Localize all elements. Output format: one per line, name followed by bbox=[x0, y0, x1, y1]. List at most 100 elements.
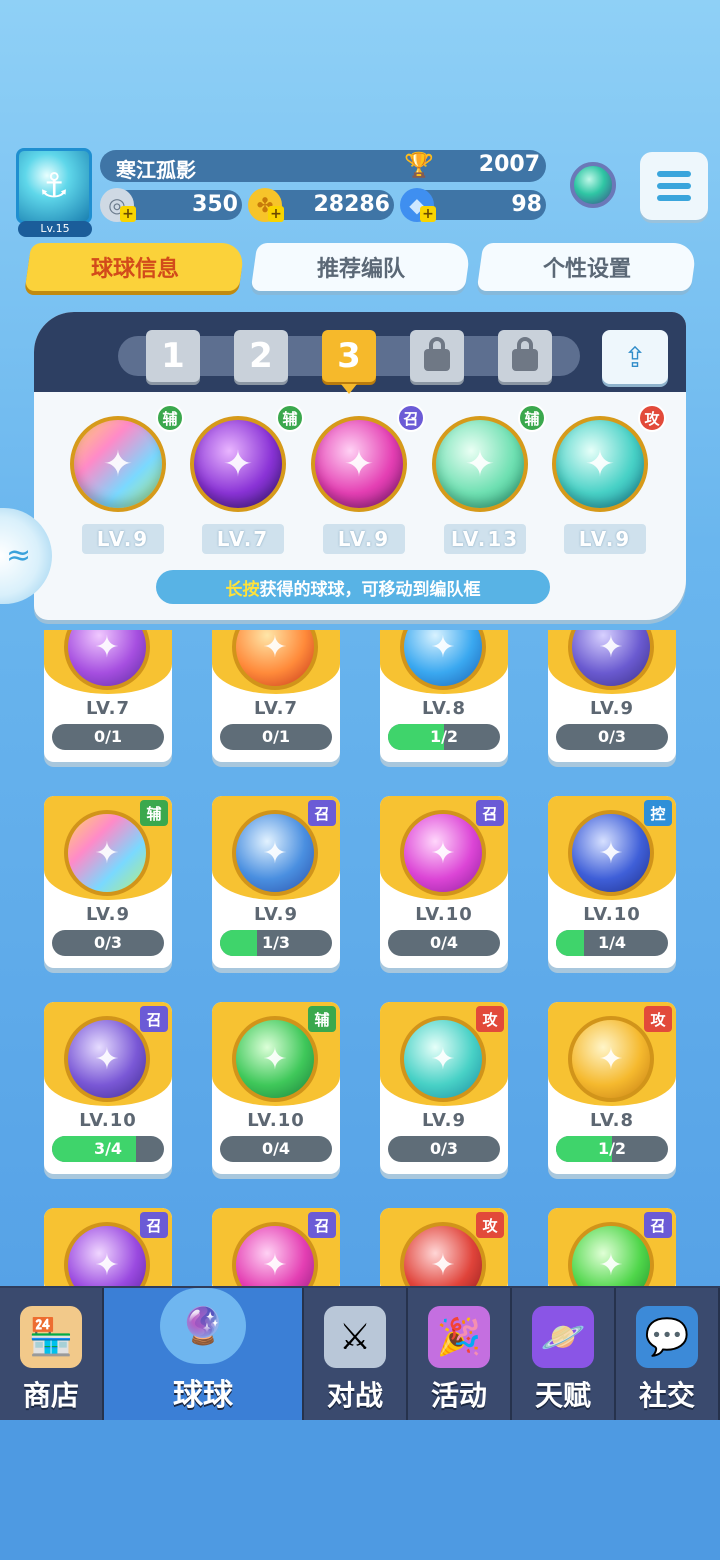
ball-card[interactable]: ✦ 召 LV.10 0/4 bbox=[380, 796, 508, 968]
nav-chat-heart[interactable]: 💬 社交 bbox=[616, 1288, 720, 1420]
ball-type-badge: 召 bbox=[397, 404, 425, 432]
nav-label: 社交 bbox=[638, 1379, 695, 1412]
tab-recommended-team[interactable]: 推荐编队 bbox=[250, 243, 472, 291]
ball-level: LV.10 bbox=[583, 904, 641, 925]
coin-value: 28286 bbox=[313, 192, 390, 217]
upgrade-progress-bar: 1/2 bbox=[556, 1136, 668, 1162]
ball-orb: ✦ bbox=[232, 1016, 318, 1102]
upgrade-progress-bar: 0/1 bbox=[52, 724, 164, 750]
progress-text: 1/3 bbox=[261, 933, 291, 952]
upgrade-progress-bar: 0/3 bbox=[556, 724, 668, 750]
tab-personal-settings[interactable]: 个性设置 bbox=[476, 243, 698, 291]
lock-icon bbox=[424, 337, 450, 371]
team-ball-4[interactable]: ✦ bbox=[432, 416, 528, 512]
nav-label: 对战 bbox=[326, 1379, 383, 1412]
team-slot-4-locked[interactable] bbox=[410, 330, 464, 382]
footer-area bbox=[0, 1420, 720, 1560]
sword-icon: ✦ bbox=[262, 1247, 288, 1283]
team-ball-2[interactable]: ✦ bbox=[190, 416, 286, 512]
team-ball-1[interactable]: ✦ bbox=[70, 416, 166, 512]
crossed-swords-icon: ⚔ bbox=[324, 1306, 386, 1368]
ball-card[interactable]: ✦ 控 LV.10 1/4 bbox=[548, 796, 676, 968]
progress-text: 3/4 bbox=[93, 1139, 123, 1158]
ball-level: LV.8 bbox=[422, 698, 466, 719]
menu-button[interactable] bbox=[640, 152, 708, 220]
drag-hint: 长按 获得的球球，可移动到编队框 bbox=[156, 570, 550, 604]
dolphin-icon: ≈ bbox=[6, 538, 32, 573]
player-level-tag: Lv.15 bbox=[18, 221, 92, 237]
ball-level: LV.9 bbox=[590, 698, 634, 719]
progress-text: 0/1 bbox=[93, 727, 123, 746]
party-popper-icon: 🎉 bbox=[428, 1306, 490, 1368]
progress-text: 1/2 bbox=[429, 727, 459, 746]
upgrade-progress-bar: 0/4 bbox=[388, 930, 500, 956]
trophy-icon: 🏆 bbox=[404, 151, 434, 179]
team-ball-3[interactable]: ✦ bbox=[311, 416, 407, 512]
ball-type-badge: 辅 bbox=[518, 404, 546, 432]
ball-level: LV.10 bbox=[79, 1110, 137, 1131]
progress-text: 0/3 bbox=[93, 933, 123, 952]
share-icon: ⇪ bbox=[623, 340, 647, 374]
upgrade-progress-bar: 3/4 bbox=[52, 1136, 164, 1162]
rank-badge[interactable] bbox=[560, 154, 626, 216]
progress-text: 0/3 bbox=[429, 1139, 459, 1158]
player-avatar[interactable]: ⚓ bbox=[16, 148, 92, 224]
upgrade-progress-bar: 0/4 bbox=[220, 1136, 332, 1162]
ball-type-badge: 攻 bbox=[638, 404, 666, 432]
ball-orb: ✦ bbox=[400, 1016, 486, 1102]
slot-number: 1 bbox=[161, 336, 185, 376]
team-slot-3[interactable]: 3 bbox=[322, 330, 376, 394]
tab-ball-info[interactable]: 球球信息 bbox=[24, 243, 246, 291]
nav-party-popper[interactable]: 🎉 活动 bbox=[408, 1288, 512, 1420]
ball-card[interactable]: ✦ 攻 LV.8 1/2 bbox=[548, 1002, 676, 1174]
ball-card[interactable]: ✦ 召 bbox=[44, 1208, 172, 1286]
star-arrow-icon: ✦ bbox=[262, 1041, 288, 1077]
ball-level: LV.7 bbox=[86, 698, 130, 719]
ball-card[interactable]: ✦ 辅 LV.10 0/4 bbox=[212, 1002, 340, 1174]
vortex-icon: ✦ bbox=[262, 835, 288, 871]
team-slot-5-locked[interactable] bbox=[498, 330, 552, 382]
progress-text: 0/1 bbox=[261, 727, 291, 746]
hint-highlight: 长按 bbox=[225, 579, 260, 600]
upgrade-progress-bar: 1/4 bbox=[556, 930, 668, 956]
slot-number: 2 bbox=[249, 336, 273, 376]
ball-card[interactable]: ✦ LV.7 0/1 bbox=[44, 630, 172, 762]
add-gems-button[interactable]: + bbox=[420, 206, 436, 222]
tornado-icon: ✦ bbox=[430, 1041, 456, 1077]
ball-level: LV.9 bbox=[86, 904, 130, 925]
butterfly-icon: ✦ bbox=[94, 630, 120, 665]
nav-planet[interactable]: 🪐 天赋 bbox=[512, 1288, 616, 1420]
ball-card[interactable]: ✦ 攻 bbox=[380, 1208, 508, 1286]
menu-line-icon bbox=[657, 171, 691, 177]
share-button[interactable]: ⇪ bbox=[602, 330, 668, 384]
nav-crossed-swords[interactable]: ⚔ 对战 bbox=[304, 1288, 408, 1420]
team-slot-2[interactable]: 2 bbox=[234, 330, 288, 382]
team-ball-level: LV.9 bbox=[564, 524, 646, 554]
ball-card[interactable]: ✦ LV.8 1/2 bbox=[380, 630, 508, 762]
bubble-icon: ✦ bbox=[94, 1247, 120, 1283]
team-slot-1[interactable]: 1 bbox=[146, 330, 200, 382]
nav-ball[interactable]: 🔮 球球 bbox=[104, 1288, 304, 1420]
ball-card[interactable]: ✦ LV.9 0/3 bbox=[548, 630, 676, 762]
tab-label: 个性设置 bbox=[542, 257, 631, 282]
ball-orb: ✦ bbox=[64, 810, 150, 896]
avatar-emblem-icon: ⚓ bbox=[38, 166, 70, 206]
ball-card[interactable]: ✦ 辅 LV.9 0/3 bbox=[44, 796, 172, 968]
ball-card[interactable]: ✦ LV.7 0/1 bbox=[212, 630, 340, 762]
add-coins-button[interactable]: + bbox=[268, 206, 284, 222]
ball-card[interactable]: ✦ 召 LV.9 1/3 bbox=[212, 796, 340, 968]
add-energy-button[interactable]: + bbox=[120, 206, 136, 222]
team-ball-5[interactable]: ✦ bbox=[552, 416, 648, 512]
ball-card[interactable]: ✦ 召 bbox=[548, 1208, 676, 1286]
ball-type-badge: 攻 bbox=[476, 1212, 504, 1238]
ball-card[interactable]: ✦ 攻 LV.9 0/3 bbox=[380, 1002, 508, 1174]
ball-type-badge: 辅 bbox=[308, 1006, 336, 1032]
ball-card[interactable]: ✦ 召 bbox=[212, 1208, 340, 1286]
nav-shop[interactable]: 🏪 商店 bbox=[0, 1288, 104, 1420]
shuriken-icon: ✦ bbox=[598, 1041, 624, 1077]
ball-type-badge: 控 bbox=[644, 800, 672, 826]
sword-icon: ✦ bbox=[343, 443, 375, 485]
ball-type-badge: 攻 bbox=[476, 1006, 504, 1032]
ball-card[interactable]: ✦ 召 LV.10 3/4 bbox=[44, 1002, 172, 1174]
menu-line-icon bbox=[657, 195, 691, 201]
